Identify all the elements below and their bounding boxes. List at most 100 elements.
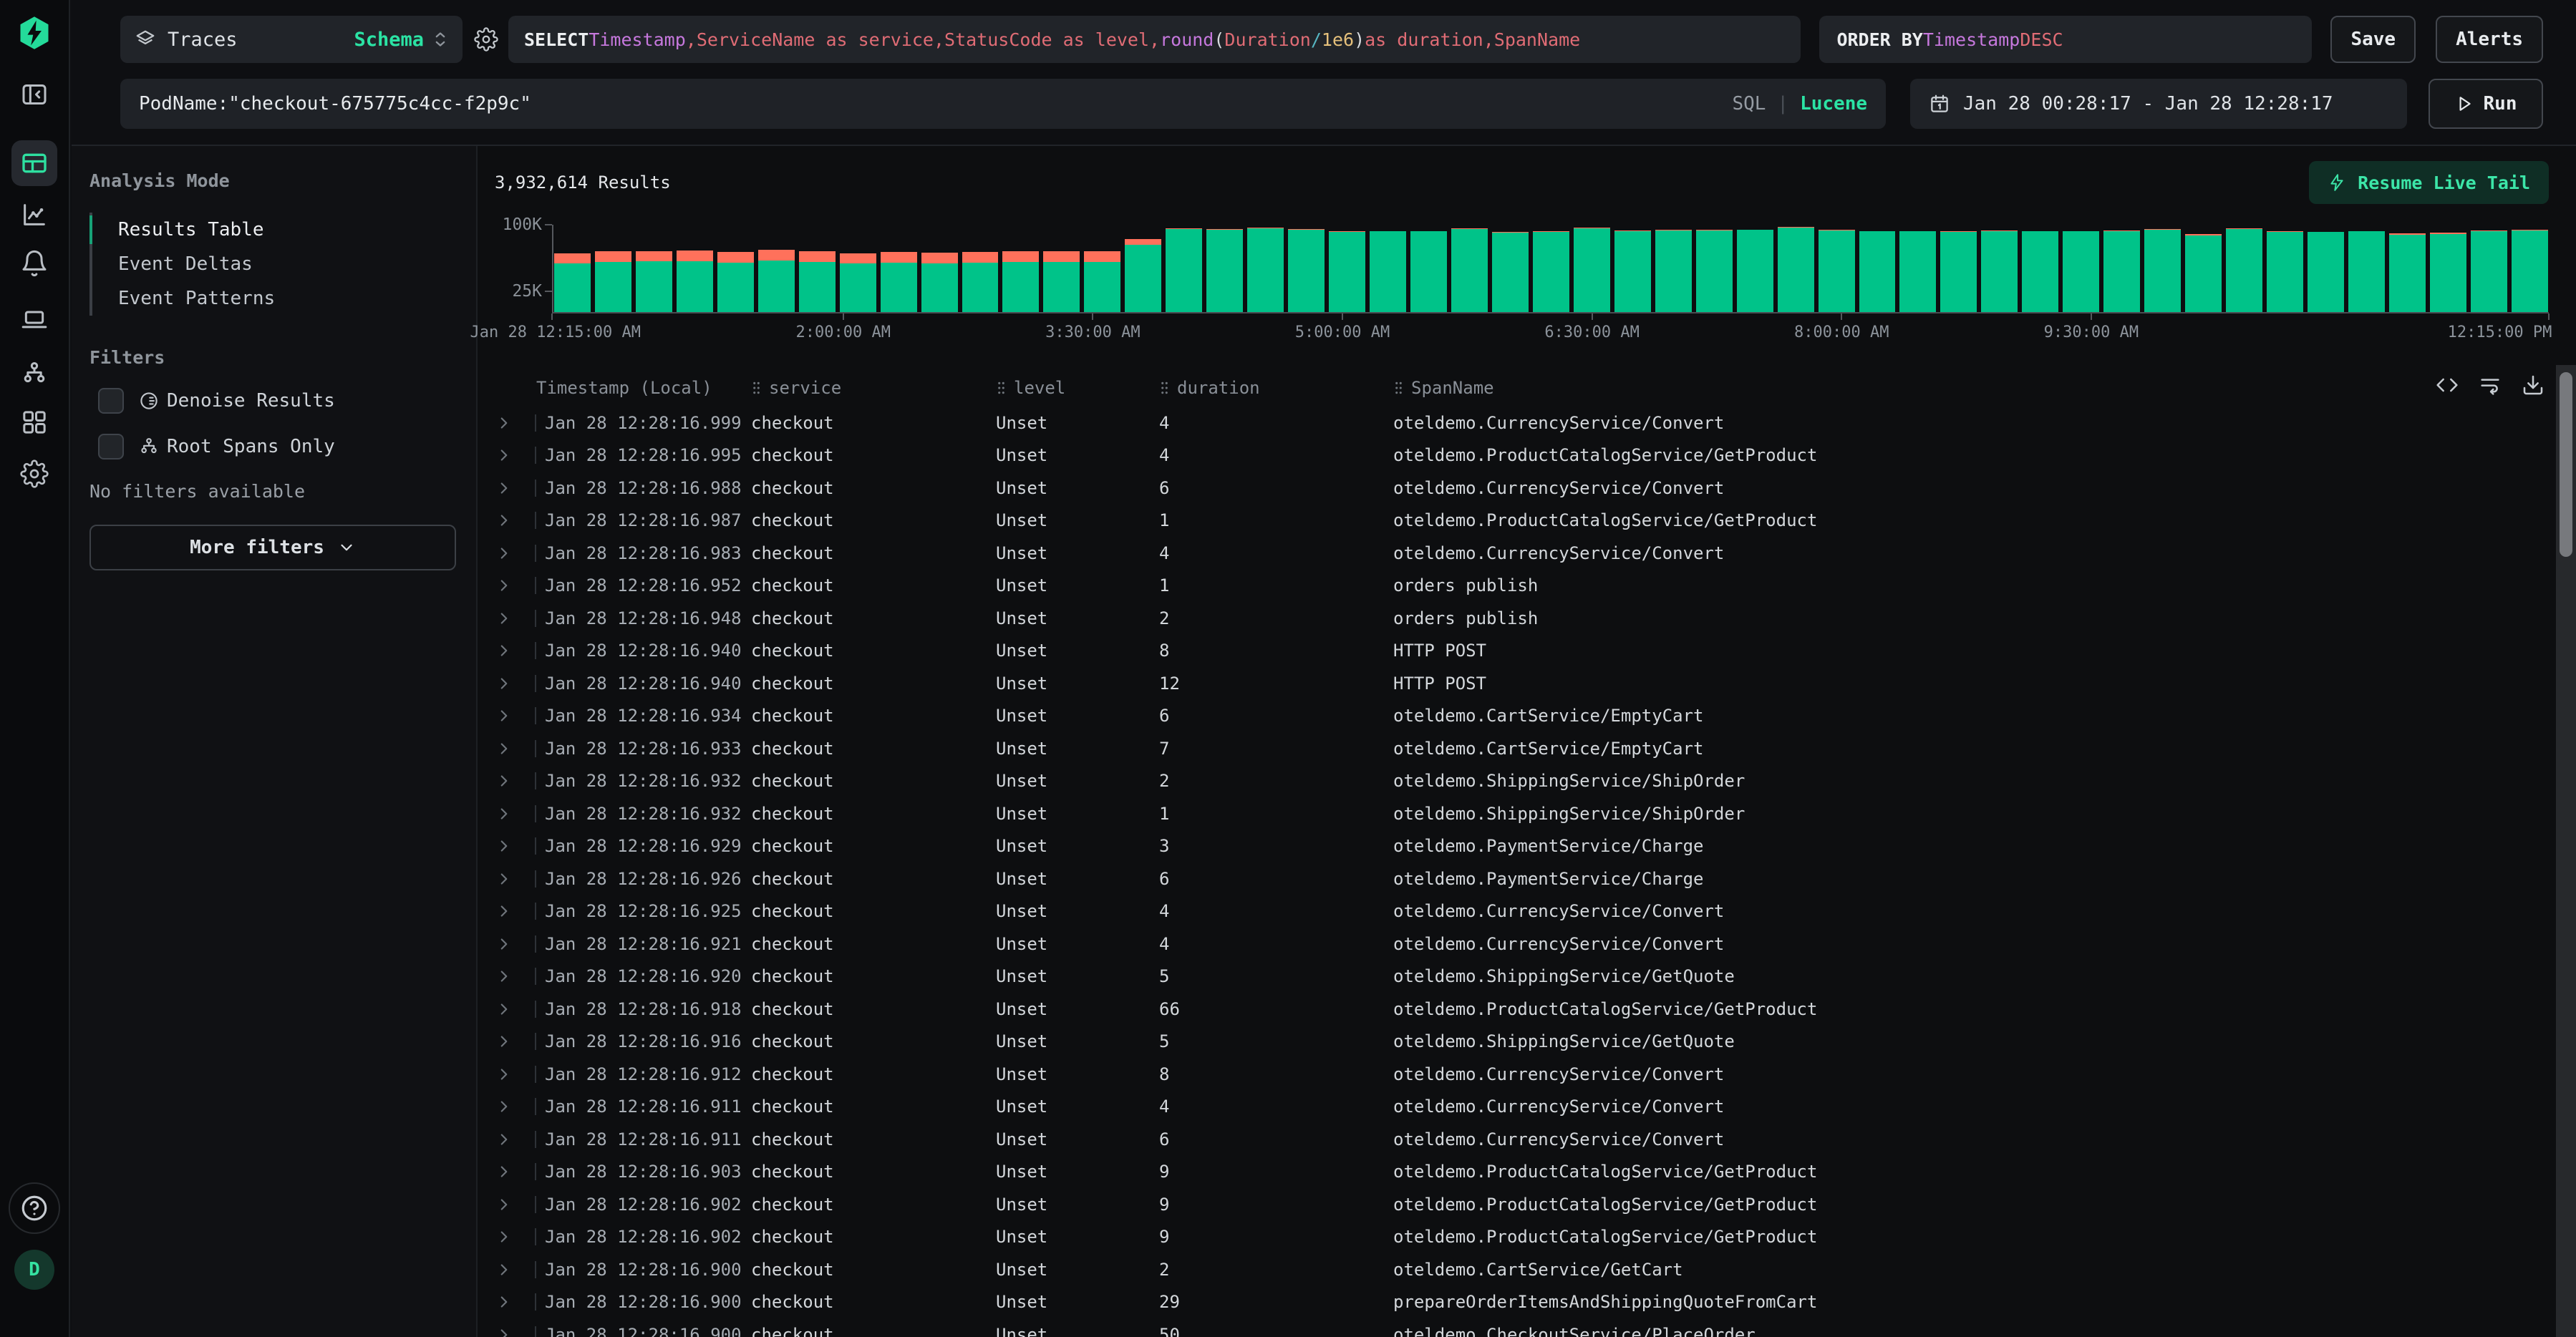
table-row[interactable]: Jan 28 12:28:16.900 PM checkout Unset 50… — [495, 1318, 2549, 1337]
expand-row-icon[interactable] — [495, 1065, 513, 1084]
sidebar-item-alerts[interactable] — [17, 246, 52, 281]
language-toggle[interactable]: SQL | Lucene — [1732, 93, 1867, 115]
table-row[interactable]: Jan 28 12:28:16.900 PM checkout Unset 29… — [495, 1286, 2549, 1319]
drag-handle-icon[interactable] — [751, 381, 762, 395]
user-avatar[interactable]: D — [14, 1250, 54, 1290]
table-row[interactable]: Jan 28 12:28:16.952 PM checkout Unset 1 … — [495, 570, 2549, 603]
save-button[interactable]: Save — [2330, 16, 2416, 63]
expand-row-icon[interactable] — [495, 446, 513, 465]
alerts-button[interactable]: Alerts — [2436, 16, 2543, 63]
download-button[interactable] — [2522, 374, 2544, 397]
expand-row-icon[interactable] — [495, 1326, 513, 1337]
order-by-input[interactable]: ORDER BY Timestamp DESC — [1819, 16, 2312, 63]
expand-row-icon[interactable] — [495, 674, 513, 693]
drag-handle-icon[interactable] — [996, 381, 1007, 395]
table-row[interactable]: Jan 28 12:28:16.999 PM checkout Unset 4 … — [495, 407, 2549, 439]
column-header-service[interactable]: service — [751, 378, 996, 398]
help-button[interactable] — [9, 1182, 60, 1234]
language-sql[interactable]: SQL — [1732, 93, 1766, 115]
run-button[interactable]: Run — [2429, 79, 2543, 129]
expand-row-icon[interactable] — [495, 772, 513, 790]
table-row[interactable]: Jan 28 12:28:16.912 PM checkout Unset 8 … — [495, 1058, 2549, 1091]
sidebar-item-chart-explorer[interactable] — [17, 198, 52, 232]
table-row[interactable]: Jan 28 12:28:16.900 PM checkout Unset 2 … — [495, 1253, 2549, 1286]
table-row[interactable]: Jan 28 12:28:16.911 PM checkout Unset 4 … — [495, 1091, 2549, 1124]
schema-select[interactable]: Schema — [354, 29, 424, 51]
view-code-button[interactable] — [2436, 374, 2459, 397]
expand-row-icon[interactable] — [495, 902, 513, 920]
expand-row-icon[interactable] — [495, 1195, 513, 1214]
expand-row-icon[interactable] — [495, 837, 513, 855]
expand-row-icon[interactable] — [495, 479, 513, 497]
resume-live-tail-button[interactable]: Resume Live Tail — [2309, 161, 2549, 204]
table-row[interactable]: Jan 28 12:28:16.926 PM checkout Unset 6 … — [495, 862, 2549, 895]
table-row[interactable]: Jan 28 12:28:16.902 PM checkout Unset 9 … — [495, 1221, 2549, 1254]
expand-row-icon[interactable] — [495, 1293, 513, 1311]
column-header-spanname[interactable]: SpanName — [1393, 378, 2549, 398]
analysis-mode-event-deltas[interactable]: Event Deltas — [92, 247, 456, 281]
table-row[interactable]: Jan 28 12:28:16.921 PM checkout Unset 4 … — [495, 928, 2549, 961]
text-wrap-button[interactable] — [2479, 374, 2502, 397]
source-settings-button[interactable] — [474, 27, 498, 52]
expand-row-icon[interactable] — [495, 641, 513, 660]
scrollbar-track[interactable] — [2556, 365, 2576, 1337]
table-row[interactable]: Jan 28 12:28:16.929 PM checkout Unset 3 … — [495, 830, 2549, 863]
drag-handle-icon[interactable] — [1159, 381, 1170, 395]
sidebar-item-settings[interactable] — [17, 457, 52, 491]
analysis-mode-results-table[interactable]: Results Table — [92, 213, 456, 247]
sidebar-item-search-active[interactable] — [11, 140, 57, 186]
table-row[interactable]: Jan 28 12:28:16.983 PM checkout Unset 4 … — [495, 537, 2549, 570]
column-header-timestamp-local-[interactable]: Timestamp (Local) — [536, 378, 751, 398]
time-range-picker[interactable]: Jan 28 00:28:17 - Jan 28 12:28:17 — [1910, 79, 2407, 129]
sidebar-item-sessions[interactable] — [17, 302, 52, 336]
histogram-plot[interactable] — [552, 225, 2549, 313]
analysis-mode-event-patterns[interactable]: Event Patterns — [92, 281, 456, 316]
expand-row-icon[interactable] — [495, 511, 513, 530]
expand-row-icon[interactable] — [495, 1032, 513, 1051]
table-row[interactable]: Jan 28 12:28:16.932 PM checkout Unset 2 … — [495, 765, 2549, 798]
table-row[interactable]: Jan 28 12:28:16.932 PM checkout Unset 1 … — [495, 797, 2549, 830]
table-row[interactable]: Jan 28 12:28:16.920 PM checkout Unset 5 … — [495, 961, 2549, 993]
expand-row-icon[interactable] — [495, 1227, 513, 1246]
expand-row-icon[interactable] — [495, 414, 513, 432]
column-header-duration[interactable]: duration — [1159, 378, 1393, 398]
expand-row-icon[interactable] — [495, 967, 513, 986]
expand-row-icon[interactable] — [495, 576, 513, 595]
expand-row-icon[interactable] — [495, 706, 513, 725]
table-row[interactable]: Jan 28 12:28:16.987 PM checkout Unset 1 … — [495, 505, 2549, 538]
table-row[interactable]: Jan 28 12:28:16.934 PM checkout Unset 6 … — [495, 700, 2549, 733]
expand-row-icon[interactable] — [495, 935, 513, 953]
denoise-checkbox[interactable] — [98, 388, 124, 414]
root-spans-checkbox[interactable] — [98, 434, 124, 460]
expand-row-icon[interactable] — [495, 1000, 513, 1018]
expand-row-icon[interactable] — [495, 609, 513, 628]
language-lucene[interactable]: Lucene — [1800, 93, 1867, 115]
table-row[interactable]: Jan 28 12:28:16.995 PM checkout Unset 4 … — [495, 439, 2549, 472]
scrollbar-thumb[interactable] — [2560, 372, 2572, 557]
sidebar-item-dashboards[interactable] — [17, 405, 52, 439]
search-input[interactable]: PodName:"checkout-675775c4cc-f2p9c" SQL … — [120, 79, 1886, 129]
expand-row-icon[interactable] — [495, 739, 513, 758]
expand-row-icon[interactable] — [495, 870, 513, 888]
table-row[interactable]: Jan 28 12:28:16.911 PM checkout Unset 6 … — [495, 1123, 2549, 1156]
table-row[interactable]: Jan 28 12:28:16.940 PM checkout Unset 12… — [495, 667, 2549, 700]
expand-row-icon[interactable] — [495, 1260, 513, 1279]
source-selector[interactable]: Traces Schema — [120, 16, 463, 63]
table-row[interactable]: Jan 28 12:28:16.918 PM checkout Unset 66… — [495, 993, 2549, 1026]
expand-row-icon[interactable] — [495, 1130, 513, 1149]
table-row[interactable]: Jan 28 12:28:16.948 PM checkout Unset 2 … — [495, 602, 2549, 635]
table-row[interactable]: Jan 28 12:28:16.940 PM checkout Unset 8 … — [495, 635, 2549, 668]
hyperdx-logo-icon[interactable] — [16, 14, 53, 52]
sidebar-item-services[interactable] — [17, 356, 52, 391]
table-row[interactable]: Jan 28 12:28:16.916 PM checkout Unset 5 … — [495, 1026, 2549, 1059]
column-header-level[interactable]: level — [996, 378, 1159, 398]
table-row[interactable]: Jan 28 12:28:16.933 PM checkout Unset 7 … — [495, 732, 2549, 765]
table-row[interactable]: Jan 28 12:28:16.903 PM checkout Unset 9 … — [495, 1156, 2549, 1189]
drag-handle-icon[interactable] — [1393, 381, 1404, 395]
collapse-sidebar-icon[interactable] — [17, 77, 52, 112]
table-row[interactable]: Jan 28 12:28:16.988 PM checkout Unset 6 … — [495, 472, 2549, 505]
table-row[interactable]: Jan 28 12:28:16.902 PM checkout Unset 9 … — [495, 1188, 2549, 1221]
denoise-label[interactable]: Denoise Results — [167, 390, 335, 412]
table-row[interactable]: Jan 28 12:28:16.925 PM checkout Unset 4 … — [495, 895, 2549, 928]
root-spans-label[interactable]: Root Spans Only — [167, 436, 335, 457]
